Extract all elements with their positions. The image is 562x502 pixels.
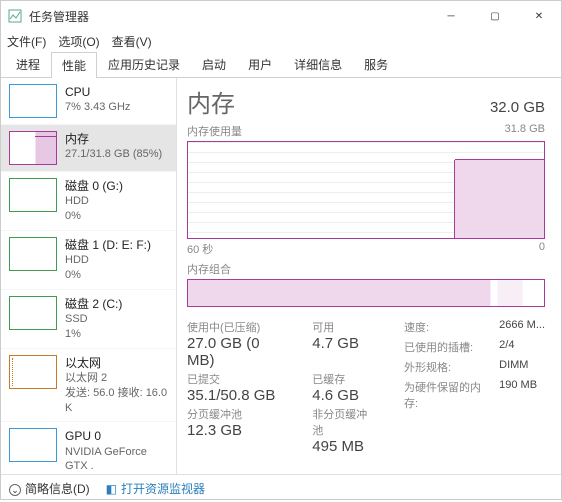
chart-axis-left: 60 秒 [187, 241, 213, 257]
tab-processes[interactable]: 进程 [5, 51, 51, 77]
sidebar-item-memory[interactable]: 内存 27.1/31.8 GB (85%) [1, 125, 176, 172]
chart-axis-right: 0 [539, 241, 545, 257]
tab-performance[interactable]: 性能 [51, 52, 97, 78]
sidebar-item-sub: 27.1/31.8 GB (85%) [65, 147, 162, 162]
sidebar-item-label: 磁盘 0 (G:) [65, 178, 123, 194]
maximize-button[interactable]: ▢ [473, 1, 517, 31]
sidebar-item-cpu[interactable]: CPU 7% 3.43 GHz [1, 78, 176, 125]
sidebar: CPU 7% 3.43 GHz 内存 27.1/31.8 GB (85%) 磁盘… [1, 78, 177, 474]
titlebar: 任务管理器 ─ ▢ ✕ [1, 1, 561, 31]
composition-label: 内存组合 [187, 261, 231, 277]
window-title: 任务管理器 [29, 8, 429, 25]
fewer-details-button[interactable]: ⌄简略信息(D) [9, 480, 90, 497]
sidebar-item-label: GPU 0 [65, 428, 168, 444]
tab-app-history[interactable]: 应用历史记录 [97, 51, 191, 77]
stat-label: 可用 [312, 319, 376, 335]
sidebar-item-label: 磁盘 1 (D: E: F:) [65, 237, 151, 253]
spec-value: 2666 M... [499, 319, 545, 335]
chart-label-left: 内存使用量 [187, 123, 242, 139]
stats-left: 使用中(已压缩) 27.0 GB (0 MB) 可用 4.7 GB 已提交 35… [187, 319, 376, 455]
gpu-thumbnail-icon [9, 428, 57, 462]
spec-value: DIMM [499, 359, 545, 375]
tab-users[interactable]: 用户 [237, 51, 283, 77]
stat-value: 4.6 GB [312, 387, 376, 404]
sidebar-item-sub: 发送: 56.0 接收: 16.0 K [65, 386, 168, 416]
sidebar-item-label: CPU [65, 84, 130, 100]
memory-usage-chart[interactable] [187, 141, 545, 239]
tab-startup[interactable]: 启动 [191, 51, 237, 77]
sidebar-item-label: 以太网 [65, 355, 168, 371]
close-button[interactable]: ✕ [517, 1, 561, 31]
minimize-button[interactable]: ─ [429, 1, 473, 31]
spec-value: 2/4 [499, 339, 545, 355]
menubar: 文件(F) 选项(O) 查看(V) [1, 31, 561, 51]
spec-key: 外形规格: [404, 359, 491, 375]
stat-value: 35.1/50.8 GB [187, 387, 288, 404]
tab-strip: 进程 性能 应用历史记录 启动 用户 详细信息 服务 [1, 51, 561, 78]
menu-view[interactable]: 查看(V) [112, 33, 152, 50]
spec-key: 速度: [404, 319, 491, 335]
sidebar-item-sub: 0% [65, 268, 151, 283]
stats-block: 使用中(已压缩) 27.0 GB (0 MB) 可用 4.7 GB 已提交 35… [187, 319, 545, 455]
sidebar-item-ethernet[interactable]: 以太网 以太网 2 发送: 56.0 接收: 16.0 K [1, 349, 176, 423]
tab-services[interactable]: 服务 [353, 51, 399, 77]
sidebar-item-sub: SSD [65, 312, 122, 327]
spec-key: 为硬件保留的内存: [404, 379, 491, 411]
memory-composition-bar[interactable] [187, 279, 545, 307]
stat-label: 已缓存 [312, 371, 376, 387]
stat-label: 非分页缓冲池 [312, 406, 376, 438]
stat-value: 12.3 GB [187, 422, 288, 439]
total-memory: 32.0 GB [490, 99, 545, 116]
chevron-down-icon: ⌄ [9, 484, 21, 496]
sidebar-item-sub: 以太网 2 [65, 371, 168, 386]
footer: ⌄简略信息(D) ◧打开资源监视器 [1, 474, 561, 502]
page-title: 内存 [187, 84, 235, 119]
sidebar-item-sub: HDD [65, 194, 123, 209]
open-resource-monitor-link[interactable]: ◧打开资源监视器 [106, 480, 205, 497]
content-area: CPU 7% 3.43 GHz 内存 27.1/31.8 GB (85%) 磁盘… [1, 78, 561, 474]
network-thumbnail-icon [9, 355, 57, 389]
stat-label: 分页缓冲池 [187, 406, 288, 422]
sidebar-item-label: 内存 [65, 131, 162, 147]
disk-thumbnail-icon [9, 178, 57, 212]
spec-value: 190 MB [499, 379, 545, 411]
stat-value: 27.0 GB (0 MB) [187, 335, 288, 369]
tab-details[interactable]: 详细信息 [283, 51, 353, 77]
sidebar-item-disk-2[interactable]: 磁盘 2 (C:) SSD 1% [1, 290, 176, 349]
sidebar-item-sub: HDD [65, 253, 151, 268]
disk-thumbnail-icon [9, 296, 57, 330]
monitor-icon: ◧ [106, 482, 117, 496]
app-icon [7, 8, 23, 24]
stat-label: 使用中(已压缩) [187, 319, 288, 335]
disk-thumbnail-icon [9, 237, 57, 271]
menu-options[interactable]: 选项(O) [58, 33, 99, 50]
menu-file[interactable]: 文件(F) [7, 33, 46, 50]
stats-right: 速度: 2666 M... 已使用的插槽: 2/4 外形规格: DIMM 为硬件… [404, 319, 545, 455]
main-panel: 内存 32.0 GB 内存使用量 31.8 GB 60 秒 0 内存组合 使用中… [177, 78, 561, 474]
stat-label: 已提交 [187, 371, 288, 387]
stat-value: 495 MB [312, 438, 376, 455]
chart-fill-area [455, 159, 544, 238]
window-controls: ─ ▢ ✕ [429, 1, 561, 31]
cpu-thumbnail-icon [9, 84, 57, 118]
sidebar-item-gpu[interactable]: GPU 0 NVIDIA GeForce GTX . 1% (36 °C) [1, 422, 176, 474]
sidebar-item-disk-0[interactable]: 磁盘 0 (G:) HDD 0% [1, 172, 176, 231]
stat-value: 4.7 GB [312, 335, 376, 352]
sidebar-item-label: 磁盘 2 (C:) [65, 296, 122, 312]
memory-thumbnail-icon [9, 131, 57, 165]
chart-label-right: 31.8 GB [505, 123, 545, 139]
sidebar-item-sub: 7% 3.43 GHz [65, 100, 130, 115]
sidebar-item-disk-1[interactable]: 磁盘 1 (D: E: F:) HDD 0% [1, 231, 176, 290]
sidebar-item-sub: 1% [65, 327, 122, 342]
sidebar-item-sub: NVIDIA GeForce GTX . [65, 445, 168, 474]
sidebar-item-sub: 0% [65, 209, 123, 224]
spec-key: 已使用的插槽: [404, 339, 491, 355]
